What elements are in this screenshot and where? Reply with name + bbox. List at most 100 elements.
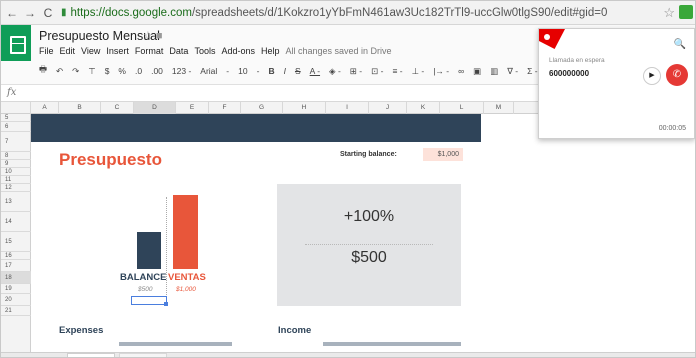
column-header-b[interactable]: B [59, 102, 101, 114]
column-header-d[interactable]: D [134, 102, 176, 114]
star-folder-icons[interactable]: ☆ ■ [143, 29, 163, 42]
balance-bar [137, 232, 161, 269]
resume-call-button[interactable]: ▶ [643, 67, 661, 85]
row-header-6[interactable]: 6 [1, 122, 31, 132]
sheets-logo-icon[interactable] [1, 25, 31, 61]
fill-handle[interactable] [164, 302, 168, 306]
bookmark-star-icon[interactable]: ☆ [663, 5, 675, 21]
font-family-dropdown[interactable]: - [226, 66, 229, 76]
select-all-corner[interactable] [1, 102, 31, 114]
starting-balance-value[interactable]: $1,000 [423, 148, 463, 161]
increase-decimal-button[interactable]: .00 [151, 66, 163, 76]
summary-amount: $500 [351, 249, 387, 266]
font-size-select[interactable]: 10 [238, 66, 247, 76]
menu-file[interactable]: File [39, 46, 54, 56]
row-header-16[interactable]: 16 [1, 252, 31, 260]
strikethrough-button[interactable]: S [295, 66, 301, 76]
row-header-17[interactable]: 17 [1, 260, 31, 272]
text-wrap-button[interactable]: |→ - [433, 66, 449, 76]
percent-format-button[interactable]: % [118, 66, 126, 76]
column-header-l[interactable]: L [440, 102, 484, 114]
sheet-area[interactable]: Presupuesto Starting balance: $1,000 BAL… [31, 114, 695, 354]
font-size-dropdown[interactable]: - [257, 66, 260, 76]
sheet-tab-active[interactable] [67, 353, 115, 357]
reload-button[interactable]: C [41, 6, 55, 20]
row-header-9[interactable]: 9 [1, 160, 31, 168]
ventas-bar [173, 195, 198, 269]
undo-button[interactable]: ↶ [56, 66, 63, 77]
column-header-g[interactable]: G [241, 102, 283, 114]
horizontal-align-button[interactable]: ≡ - [392, 66, 402, 76]
row-header-14[interactable]: 14 [1, 212, 31, 232]
insert-link-button[interactable]: ∞ [458, 66, 464, 76]
row-header-21[interactable]: 21 [1, 306, 31, 316]
back-button[interactable]: ← [5, 6, 19, 20]
column-header-h[interactable]: H [283, 102, 326, 114]
menu-tools[interactable]: Tools [194, 46, 215, 56]
ventas-value: $1,000 [176, 286, 196, 293]
row-header-15[interactable]: 15 [1, 232, 31, 252]
income-table-header [323, 342, 461, 346]
menu-format[interactable]: Format [135, 46, 164, 56]
decrease-decimal-button[interactable]: .0 [135, 66, 142, 76]
call-status: Llamada en espera [549, 57, 605, 64]
income-heading: Income [278, 325, 312, 336]
menu-view[interactable]: View [81, 46, 100, 56]
functions-button[interactable]: Σ - [527, 66, 537, 76]
document-title[interactable]: Presupuesto Mensual [39, 29, 160, 43]
insert-chart-button[interactable]: ▥ [490, 66, 498, 77]
column-header-e[interactable]: E [176, 102, 209, 114]
column-header-j[interactable]: J [369, 102, 407, 114]
selected-cell[interactable] [131, 296, 167, 305]
search-icon[interactable]: 🔍 [674, 39, 686, 50]
column-header-i[interactable]: I [326, 102, 369, 114]
forward-button[interactable]: → [23, 6, 37, 20]
summary-box: +100% $500 [277, 184, 461, 306]
merge-cells-button[interactable]: ⊡ - [371, 66, 383, 77]
vertical-align-button[interactable]: ⊥ - [412, 66, 425, 77]
currency-format-button[interactable]: $ [105, 66, 110, 76]
url-path: /spreadsheets/d/1Kokzro1yYbFmN461aw3Uc18… [191, 6, 608, 19]
filter-button[interactable]: ∇ - [507, 66, 518, 77]
column-header-c[interactable]: C [101, 102, 134, 114]
row-header-18[interactable]: 18 [1, 272, 31, 284]
paint-format-button[interactable]: ⊤ [88, 66, 95, 77]
redo-button[interactable]: ↷ [72, 66, 79, 77]
bold-button[interactable]: B [268, 66, 274, 76]
column-header-k[interactable]: K [407, 102, 440, 114]
call-timer: 00:00:05 [658, 125, 686, 132]
summary-divider [305, 244, 433, 245]
row-header-5[interactable]: 5 [1, 114, 31, 122]
menu-data[interactable]: Data [169, 46, 188, 56]
fill-color-button[interactable]: ◈ - [329, 66, 341, 77]
menu-help[interactable]: Help [261, 46, 280, 56]
row-header-12[interactable]: 12 [1, 184, 31, 192]
row-header-10[interactable]: 10 [1, 168, 31, 176]
insert-comment-button[interactable]: ▣ [473, 66, 481, 77]
borders-button[interactable]: ⊞ - [350, 66, 362, 77]
empty-columns [481, 114, 695, 354]
print-button[interactable]: 🖶 [39, 64, 47, 78]
row-header-20[interactable]: 20 [1, 294, 31, 306]
sheet-tab[interactable] [119, 353, 167, 357]
address-bar[interactable]: https://docs.google.com/spreadsheets/d/1… [71, 7, 608, 19]
row-header-19[interactable]: 19 [1, 284, 31, 294]
text-color-button[interactable]: A - [310, 66, 320, 76]
row-header-13[interactable]: 13 [1, 192, 31, 212]
extension-icon[interactable] [679, 5, 693, 19]
column-header-m[interactable]: M [484, 102, 514, 114]
menu-edit[interactable]: Edit [60, 46, 76, 56]
menu-insert[interactable]: Insert [106, 46, 129, 56]
font-family-select[interactable]: Arial [200, 66, 217, 76]
menu-addons[interactable]: Add-ons [221, 46, 255, 56]
more-formats-button[interactable]: 123 - [172, 66, 191, 76]
row-header-8[interactable]: 8 [1, 152, 31, 160]
column-header-f[interactable]: F [209, 102, 241, 114]
row-header-7[interactable]: 7 [1, 132, 31, 152]
balance-label: BALANCE [120, 272, 167, 283]
hangup-button[interactable]: ✆ [666, 64, 688, 86]
column-header-a[interactable]: A [31, 102, 59, 114]
row-header-11[interactable]: 11 [1, 176, 31, 184]
italic-button[interactable]: I [284, 66, 286, 76]
formatting-toolbar: 🖶 ↶ ↷ ⊤ $ % .0 .00 123 - Arial - 10 - B … [39, 62, 547, 80]
